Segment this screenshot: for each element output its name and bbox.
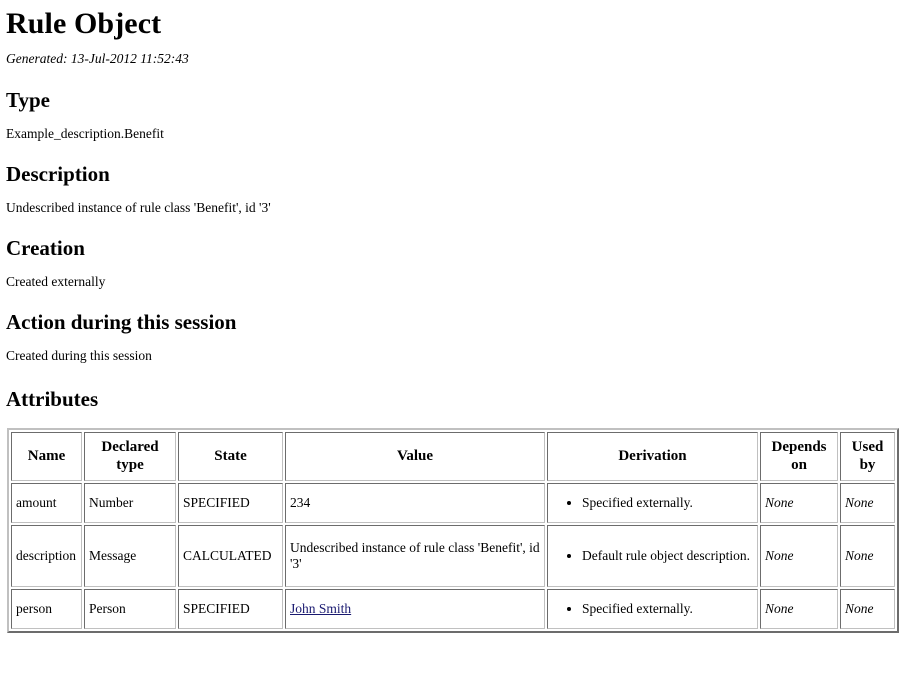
cell-value: 234 <box>285 483 545 524</box>
column-header-state: State <box>178 431 283 482</box>
section-text-description: Undescribed instance of rule class 'Bene… <box>6 199 271 215</box>
cell-derivation: Specified externally. <box>547 589 758 630</box>
cell-declared-type: Number <box>84 483 176 524</box>
generated-timestamp: Generated: 13-Jul-2012 11:52:43 <box>6 51 189 67</box>
derivation-item: Specified externally. <box>582 601 753 617</box>
cell-state: SPECIFIED <box>178 483 283 524</box>
column-header-depends-on: Depends on <box>760 431 838 482</box>
cell-depends-on: None <box>760 483 838 524</box>
cell-declared-type: Message <box>84 525 176 588</box>
cell-derivation: Specified externally. <box>547 483 758 524</box>
section-heading-attributes: Attributes <box>6 387 99 412</box>
section-heading-description: Description <box>6 162 110 187</box>
column-header-used-by: Used by <box>840 431 895 482</box>
page-title: Rule Object <box>6 7 162 40</box>
cell-depends-on: None <box>760 525 838 588</box>
cell-name: description <box>11 525 82 588</box>
cell-state: CALCULATED <box>178 525 283 588</box>
derivation-list: Specified externally. <box>552 601 753 617</box>
cell-state: SPECIFIED <box>178 589 283 630</box>
cell-declared-type: Person <box>84 589 176 630</box>
cell-used-by: None <box>840 589 895 630</box>
derivation-item: Specified externally. <box>582 495 753 511</box>
section-heading-creation: Creation <box>6 236 85 261</box>
section-heading-action: Action during this session <box>6 310 237 335</box>
table-row: amount Number SPECIFIED 234 Specified ex… <box>11 483 895 524</box>
section-heading-type: Type <box>6 88 50 113</box>
attributes-table: Name Declared type State Value Derivatio… <box>7 427 899 634</box>
cell-depends-on: None <box>760 589 838 630</box>
derivation-list: Specified externally. <box>552 495 753 511</box>
column-header-value: Value <box>285 431 545 482</box>
table-row: description Message CALCULATED Undescrib… <box>11 525 895 588</box>
column-header-declared-type: Declared type <box>84 431 176 482</box>
cell-used-by: None <box>840 483 895 524</box>
table-header-row: Name Declared type State Value Derivatio… <box>11 431 895 482</box>
column-header-derivation: Derivation <box>547 431 758 482</box>
column-header-name: Name <box>11 431 82 482</box>
section-text-creation: Created externally <box>6 273 106 289</box>
derivation-item: Default rule object description. <box>582 548 753 564</box>
section-text-action: Created during this session <box>6 347 152 363</box>
cell-name: person <box>11 589 82 630</box>
cell-value: John Smith <box>285 589 545 630</box>
value-link-person[interactable]: John Smith <box>290 601 351 616</box>
document-page: Rule Object Generated: 13-Jul-2012 11:52… <box>0 7 903 634</box>
cell-derivation: Default rule object description. <box>547 525 758 588</box>
section-text-type: Example_description.Benefit <box>6 125 164 141</box>
table-row: person Person SPECIFIED John Smith Speci… <box>11 589 895 630</box>
cell-name: amount <box>11 483 82 524</box>
derivation-list: Default rule object description. <box>552 548 753 564</box>
cell-value: Undescribed instance of rule class 'Bene… <box>285 525 545 588</box>
cell-used-by: None <box>840 525 895 588</box>
